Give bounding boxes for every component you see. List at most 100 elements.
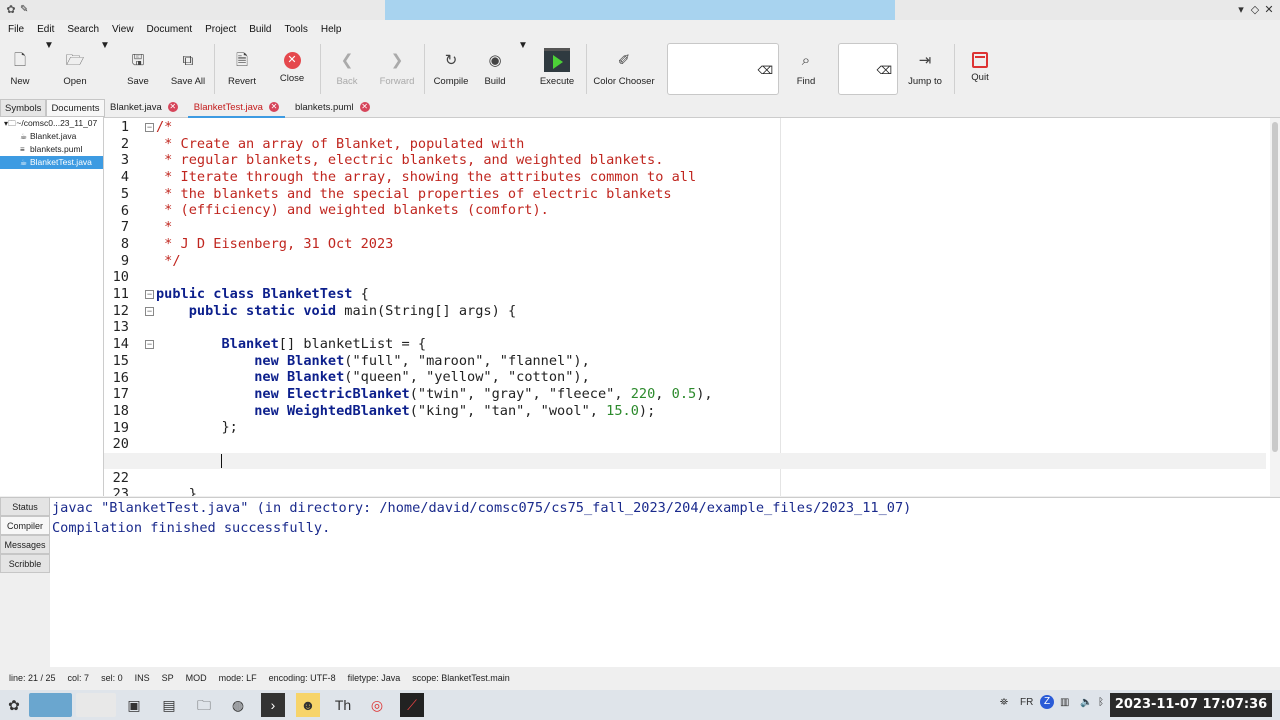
tree-file-blankets-puml[interactable]: ≡ blankets.puml	[0, 143, 103, 156]
tab-blankettest-java[interactable]: BlanketTest.java ✕	[187, 99, 285, 118]
title-bar[interactable]: ✿ ✎ ▾ ◇ ✕	[0, 0, 1280, 20]
code-line[interactable]: * Create an array of Blanket, populated …	[156, 136, 1266, 153]
volume-icon[interactable]: 🔈	[1080, 697, 1092, 708]
fold-toggle-icon[interactable]: −	[145, 123, 154, 132]
chrome-icon[interactable]: ◎	[365, 693, 389, 717]
tab-compiler[interactable]: Compiler	[0, 516, 50, 535]
app-menu-icon[interactable]: ✿	[4, 3, 18, 17]
minimize-icon[interactable]: ▾	[1234, 3, 1248, 17]
editor-scrollbar[interactable]	[1270, 118, 1280, 496]
tab-blankets-puml[interactable]: blankets.puml ✕	[289, 99, 376, 118]
open-button[interactable]: 🗁 Open	[58, 40, 92, 96]
tray-network-icon[interactable]: ⛯	[1000, 697, 1008, 708]
build-button[interactable]: ◉ Build	[480, 40, 510, 96]
clipboard-icon[interactable]: ▥	[1060, 697, 1069, 708]
menu-edit[interactable]: Edit	[37, 24, 54, 35]
execute-button[interactable]: Execute	[536, 40, 578, 96]
code-line[interactable]: * Iterate through the array, showing the…	[156, 169, 1266, 186]
code-line[interactable]: new Blanket("queen", "yellow", "cotton")…	[156, 369, 1266, 386]
search-input[interactable]: ⌫	[667, 43, 779, 95]
save-all-button[interactable]: ⧉ Save All	[168, 40, 208, 96]
font-icon[interactable]: Th	[331, 693, 355, 717]
close-window-icon[interactable]: ✕	[1262, 3, 1276, 17]
code-line[interactable]: */	[156, 253, 1266, 270]
tab-symbols[interactable]: Symbols	[0, 99, 47, 117]
bluetooth-icon[interactable]: ᛒ	[1098, 697, 1104, 708]
code-line[interactable]	[156, 436, 1266, 453]
menu-view[interactable]: View	[112, 24, 134, 35]
fold-margin[interactable]: − − − −	[142, 118, 156, 496]
code-line[interactable]: public class BlanketTest {	[156, 286, 1266, 303]
clear-search-icon[interactable]: ⌫	[757, 64, 773, 77]
code-line[interactable]: };	[156, 419, 1266, 436]
maximize-icon[interactable]: ◇	[1248, 3, 1262, 17]
tree-folder[interactable]: ▾🗀 ~/comsc0...23_11_07	[0, 117, 103, 130]
geany-icon[interactable]: ☻	[296, 693, 320, 717]
tab-messages[interactable]: Messages	[0, 535, 50, 554]
compiler-output[interactable]: javac "BlanketTest.java" (in directory: …	[50, 497, 1280, 667]
back-button[interactable]: ❮ Back	[330, 40, 364, 96]
tab-scribble[interactable]: Scribble	[0, 554, 50, 573]
revert-button[interactable]: 🗎 Revert	[224, 40, 260, 96]
fold-toggle-icon[interactable]: −	[145, 340, 154, 350]
code-line[interactable]: }	[156, 486, 1266, 496]
code-line[interactable]: new Blanket("full", "maroon", "flannel")…	[156, 353, 1266, 370]
terminal-icon[interactable]: ▣	[122, 693, 146, 717]
close-button[interactable]: ✕ Close	[276, 40, 308, 96]
menu-build[interactable]: Build	[249, 24, 271, 35]
find-button[interactable]: ⌕ Find	[790, 40, 822, 96]
terminal-app-icon[interactable]: ›	[261, 693, 285, 717]
quit-button[interactable]: Quit	[964, 40, 996, 96]
code-line[interactable]: Blanket[] blanketList = {	[156, 336, 1266, 353]
forward-button[interactable]: ❯ Forward	[378, 40, 416, 96]
workspace-2[interactable]	[76, 693, 116, 717]
menu-tools[interactable]: Tools	[285, 24, 308, 35]
fold-toggle-icon[interactable]: −	[145, 306, 154, 316]
firefox-icon[interactable]: ◍	[226, 693, 250, 717]
code-line[interactable]: * (efficiency) and weighted blankets (co…	[156, 202, 1266, 219]
open-dropdown-icon[interactable]: ▼	[100, 40, 110, 51]
scrollbar-thumb[interactable]	[1272, 122, 1278, 452]
code-line[interactable]: * regular blankets, electric blankets, a…	[156, 152, 1266, 169]
code-line[interactable]: public static void main(String[] args) {	[156, 303, 1266, 320]
app-launcher-icon[interactable]: ✿	[2, 693, 26, 717]
menu-document[interactable]: Document	[147, 24, 193, 35]
close-tab-icon[interactable]: ✕	[167, 102, 178, 113]
folder-icon[interactable]: 🗀	[192, 693, 216, 717]
clock[interactable]: 2023-11-07 17:07:36	[1110, 693, 1272, 717]
tab-blanket-java[interactable]: Blanket.java ✕	[104, 99, 184, 118]
tree-file-blankettest-java[interactable]: ☕ BlanketTest.java	[0, 156, 103, 169]
code-text[interactable]: /* * Create an array of Blanket, populat…	[104, 119, 1266, 496]
menu-search[interactable]: Search	[67, 24, 99, 35]
code-line[interactable]: new WeightedBlanket("king", "tan", "wool…	[156, 403, 1266, 420]
new-dropdown-icon[interactable]: ▼	[44, 40, 54, 51]
jump-to-line-input[interactable]: ⌫	[838, 43, 898, 95]
code-line[interactable]	[156, 269, 1266, 286]
menu-help[interactable]: Help	[321, 24, 342, 35]
close-tab-icon[interactable]: ✕	[268, 102, 279, 113]
compile-button[interactable]: ↻ Compile	[432, 40, 470, 96]
tree-file-blanket-java[interactable]: ☕ Blanket.java	[0, 130, 103, 143]
close-tab-icon[interactable]: ✕	[359, 102, 370, 113]
code-line[interactable]	[156, 319, 1266, 336]
code-line[interactable]: *	[156, 219, 1266, 236]
code-line[interactable]: * J D Eisenberg, 31 Oct 2023	[156, 236, 1266, 253]
zoom-icon[interactable]: Z	[1040, 695, 1054, 709]
keyboard-layout[interactable]: FR	[1020, 697, 1033, 708]
file-manager-icon[interactable]: ▤	[157, 693, 181, 717]
code-line[interactable]	[156, 469, 1266, 486]
jump-to-button[interactable]: ⇥ Jump to	[906, 40, 944, 96]
build-dropdown-icon[interactable]: ▼	[518, 40, 528, 51]
clear-jump-icon[interactable]: ⌫	[876, 64, 892, 77]
save-button[interactable]: 🖫 Save	[122, 40, 154, 96]
tab-status[interactable]: Status	[0, 497, 50, 516]
new-button[interactable]: 🗋 New	[4, 40, 36, 96]
tab-documents[interactable]: Documents	[46, 99, 105, 117]
code-line[interactable]: * the blankets and the special propertie…	[156, 186, 1266, 203]
code-line[interactable]: new ElectricBlanket("twin", "gray", "fle…	[156, 386, 1266, 403]
menu-project[interactable]: Project	[205, 24, 236, 35]
code-line[interactable]: /*	[156, 119, 1266, 136]
color-chooser-button[interactable]: ✐ Color Chooser	[592, 40, 656, 96]
workspace-1[interactable]	[29, 693, 72, 717]
code-editor[interactable]: 1234567891011121314151617181920212223 −−…	[104, 118, 1270, 496]
